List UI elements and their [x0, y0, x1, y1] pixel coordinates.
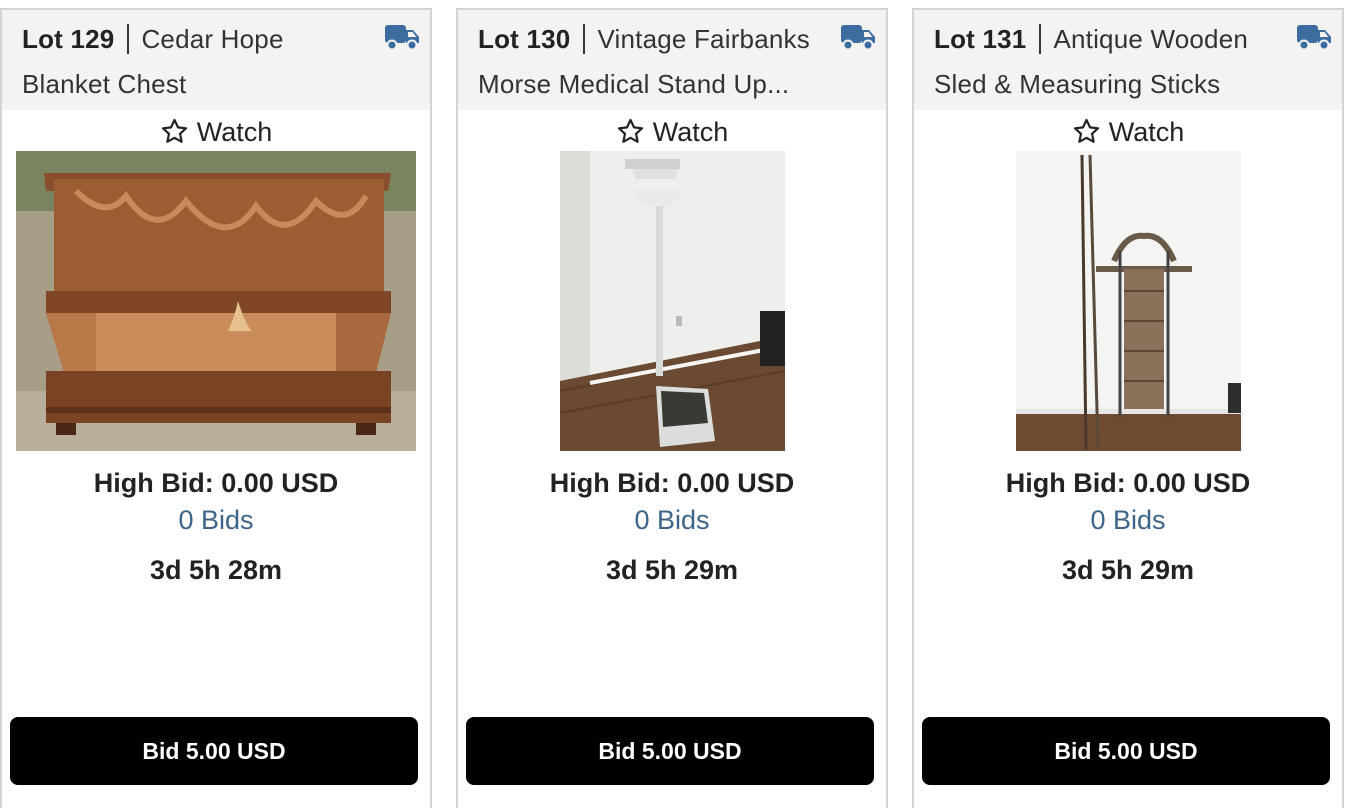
bid-button[interactable]: Bid 5.00 USD	[466, 717, 874, 785]
lot-number: Lot 130	[478, 24, 571, 54]
lot-photo[interactable]	[560, 151, 785, 451]
bids-count-link[interactable]: 0 Bids	[2, 505, 430, 536]
lot-card-130: Lot 130 Vintage Fairbanks Morse Medical S…	[456, 8, 888, 808]
lot-header: Lot 130 Vintage Fairbanks Morse Medical S…	[458, 10, 886, 110]
watch-label: Watch	[196, 117, 273, 147]
lot-number: Lot 131	[934, 24, 1027, 54]
star-outline-icon	[1073, 118, 1099, 143]
watch-button[interactable]: Watch	[458, 114, 886, 150]
lot-photo[interactable]	[1016, 151, 1241, 451]
truck-icon	[1297, 25, 1331, 51]
watch-label: Watch	[1108, 117, 1185, 147]
watch-button[interactable]: Watch	[2, 114, 430, 150]
lot-title-line2: Morse Medical Stand Up...	[478, 69, 790, 99]
bids-count-link[interactable]: 0 Bids	[458, 505, 886, 536]
lot-number: Lot 129	[22, 24, 115, 54]
lot-card-131: Lot 131 Antique Wooden Sled & Measuring S…	[912, 8, 1344, 808]
high-bid: High Bid: 0.00 USD	[93, 468, 339, 498]
lot-title-line1: Cedar Hope	[141, 24, 284, 54]
high-bid: High Bid: 0.00 USD	[549, 468, 795, 498]
lot-title[interactable]: Lot 131 Antique Wooden Sled & Measuring S…	[934, 17, 1286, 107]
bid-button[interactable]: Bid 5.00 USD	[922, 717, 1330, 785]
title-divider	[127, 24, 130, 54]
high-bid: High Bid: 0.00 USD	[1005, 468, 1251, 498]
bid-button[interactable]: Bid 5.00 USD	[10, 717, 418, 785]
truck-icon	[385, 25, 419, 51]
lot-header: Lot 131 Antique Wooden Sled & Measuring S…	[914, 10, 1342, 110]
title-divider	[1039, 24, 1042, 54]
watch-label: Watch	[652, 117, 729, 147]
lot-title[interactable]: Lot 130 Vintage Fairbanks Morse Medical S…	[478, 17, 830, 107]
title-divider	[583, 24, 586, 54]
truck-icon	[841, 25, 875, 51]
lot-title-line1: Vintage Fairbanks	[597, 24, 810, 54]
time-remaining: 3d 5h 29m	[605, 555, 739, 585]
lot-title-line2: Sled & Measuring Sticks	[934, 69, 1221, 99]
lot-photo[interactable]	[16, 151, 416, 451]
lot-title[interactable]: Lot 129 Cedar Hope Blanket Chest	[22, 17, 374, 107]
star-outline-icon	[617, 118, 643, 143]
star-outline-icon	[161, 118, 187, 143]
lot-header: Lot 129 Cedar Hope Blanket Chest	[2, 10, 430, 110]
lot-title-line2: Blanket Chest	[22, 69, 187, 99]
lot-card-129: Lot 129 Cedar Hope Blanket Chest Watch Hi…	[0, 8, 432, 808]
time-remaining: 3d 5h 29m	[1061, 555, 1195, 585]
time-remaining: 3d 5h 28m	[149, 555, 283, 585]
lot-title-line1: Antique Wooden	[1053, 24, 1249, 54]
watch-button[interactable]: Watch	[914, 114, 1342, 150]
bids-count-link[interactable]: 0 Bids	[914, 505, 1342, 536]
